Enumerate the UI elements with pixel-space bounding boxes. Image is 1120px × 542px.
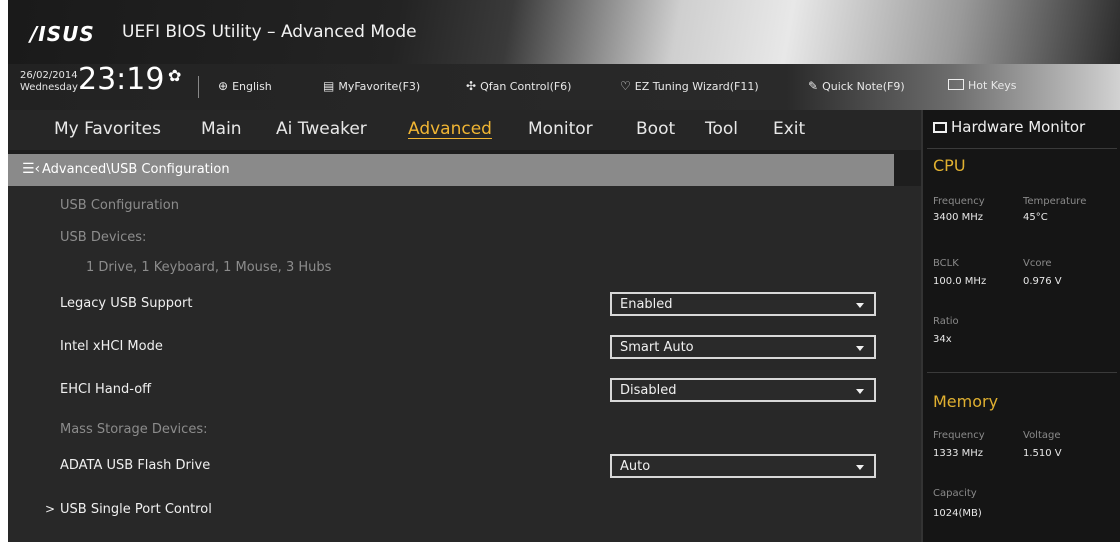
usb-single-port-control-label: USB Single Port Control: [60, 502, 212, 517]
memory-voltage-label: Voltage: [1023, 430, 1061, 441]
cpu-frequency-value: 3400 MHz: [933, 212, 984, 223]
quick-note-button[interactable]: ✎ Quick Note(F9): [808, 79, 905, 93]
ehci-handoff-label: EHCI Hand-off: [60, 382, 152, 397]
legacy-usb-support-value: Enabled: [620, 297, 673, 312]
xhci-mode-select[interactable]: Smart Auto: [610, 335, 876, 359]
hardware-monitor-panel: Hardware Monitor CPU Frequency 3400 MHz …: [921, 110, 1120, 542]
my-favorite-button[interactable]: ▤ MyFavorite(F3): [323, 79, 420, 93]
breadcrumb[interactable]: ☰‹ Advanced\USB Configuration: [8, 154, 894, 186]
tab-exit[interactable]: Exit: [773, 119, 805, 139]
bios-window: /ISUS UEFI BIOS Utility – Advanced Mode …: [8, 0, 1120, 542]
usb-devices-value: 1 Drive, 1 Keyboard, 1 Mouse, 3 Hubs: [86, 260, 332, 275]
hardware-monitor-label: Hardware Monitor: [951, 118, 1086, 136]
settings-panel: USB Configuration USB Devices: 1 Drive, …: [8, 186, 921, 542]
qfan-control-button[interactable]: ✣ Qfan Control(F6): [466, 79, 571, 93]
memory-capacity-value: 1024(MB): [933, 508, 982, 519]
tab-boot[interactable]: Boot: [636, 119, 675, 139]
chevron-down-icon: [856, 465, 864, 470]
ez-tuning-button[interactable]: ♡ EZ Tuning Wizard(F11): [620, 79, 759, 93]
hot-keys-label: Hot Keys: [968, 79, 1017, 92]
usb-single-port-control-link[interactable]: > USB Single Port Control: [8, 498, 921, 522]
adata-flash-drive-select[interactable]: Auto: [610, 454, 876, 478]
vcore-value: 0.976 V: [1023, 276, 1062, 287]
ehci-handoff-value: Disabled: [620, 383, 677, 398]
legacy-usb-support-select[interactable]: Enabled: [610, 292, 876, 316]
xhci-mode-row[interactable]: Intel xHCI Mode Smart Auto: [8, 335, 921, 363]
cpu-frequency-label: Frequency: [933, 196, 985, 207]
tab-advanced[interactable]: Advanced: [408, 119, 492, 139]
memory-voltage-value: 1.510 V: [1023, 448, 1062, 459]
tab-my-favorites[interactable]: My Favorites: [54, 119, 161, 139]
my-favorite-label: MyFavorite(F3): [338, 80, 421, 93]
qfan-label: Qfan Control(F6): [480, 80, 572, 93]
info-bar: 26/02/2014 Wednesday 23:19 ✿ ⊕ English ▤ M…: [8, 62, 1120, 110]
note-icon: ✎: [808, 79, 819, 93]
memory-heading: Memory: [933, 392, 999, 411]
asus-logo: /ISUS: [30, 22, 95, 46]
tab-ai-tweaker[interactable]: Ai Tweaker: [276, 119, 367, 139]
cpu-heading: CPU: [933, 156, 966, 175]
cpu-temperature-value: 45°C: [1023, 212, 1048, 223]
chevron-down-icon: [856, 346, 864, 351]
ehci-handoff-row[interactable]: EHCI Hand-off Disabled: [8, 378, 921, 406]
menu-back-icon[interactable]: ☰‹: [22, 161, 40, 177]
xhci-mode-label: Intel xHCI Mode: [60, 339, 163, 354]
app-title: UEFI BIOS Utility – Advanced Mode: [122, 22, 417, 42]
memory-frequency-label: Frequency: [933, 430, 985, 441]
divider: [198, 76, 199, 98]
lightbulb-icon: ♡: [620, 79, 631, 93]
clock-time: 23:19: [78, 62, 165, 97]
weekday-value: Wednesday: [20, 82, 78, 93]
divider: [927, 372, 1117, 373]
hardware-monitor-title: Hardware Monitor: [933, 118, 1085, 136]
chevron-right-icon: >: [45, 502, 56, 516]
ratio-label: Ratio: [933, 316, 959, 327]
ehci-handoff-select[interactable]: Disabled: [610, 378, 876, 402]
memory-capacity-label: Capacity: [933, 488, 977, 499]
legacy-usb-support-row[interactable]: Legacy USB Support Enabled: [8, 292, 921, 320]
hot-keys-button[interactable]: Hot Keys: [948, 79, 1017, 92]
language-label: English: [232, 80, 272, 93]
vcore-label: Vcore: [1023, 258, 1052, 269]
monitor-icon: [933, 122, 947, 133]
tab-monitor[interactable]: Monitor: [528, 119, 593, 139]
xhci-mode-value: Smart Auto: [620, 340, 694, 355]
cpu-temperature-label: Temperature: [1023, 196, 1087, 207]
adata-flash-drive-value: Auto: [620, 459, 651, 474]
divider: [927, 148, 1117, 149]
language-button[interactable]: ⊕ English: [218, 79, 272, 93]
tab-main[interactable]: Main: [201, 119, 242, 139]
main-nav: My Favorites Main Ai Tweaker Advanced Mo…: [8, 110, 921, 150]
legacy-usb-support-label: Legacy USB Support: [60, 296, 193, 311]
keyboard-icon: [948, 79, 964, 90]
fan-icon: ✣: [466, 79, 477, 93]
memory-frequency-value: 1333 MHz: [933, 448, 984, 459]
usb-devices-label: USB Devices:: [60, 230, 147, 245]
chevron-down-icon: [856, 389, 864, 394]
adata-flash-drive-label: ADATA USB Flash Drive: [60, 458, 211, 473]
globe-icon: ⊕: [218, 79, 229, 93]
adata-flash-drive-row[interactable]: ADATA USB Flash Drive Auto: [8, 454, 921, 482]
date-display: 26/02/2014 Wednesday: [20, 70, 78, 94]
title-bar: /ISUS UEFI BIOS Utility – Advanced Mode: [8, 0, 1120, 64]
ratio-value: 34x: [933, 334, 952, 345]
favorite-list-icon: ▤: [323, 79, 335, 93]
tab-tool[interactable]: Tool: [705, 119, 738, 139]
ez-tuning-label: EZ Tuning Wizard(F11): [634, 80, 759, 93]
usb-configuration-heading: USB Configuration: [60, 198, 179, 213]
bclk-value: 100.0 MHz: [933, 276, 987, 287]
chevron-down-icon: [856, 303, 864, 308]
breadcrumb-path: Advanced\USB Configuration: [42, 162, 230, 177]
date-value: 26/02/2014: [20, 70, 78, 81]
mass-storage-label: Mass Storage Devices:: [60, 422, 208, 437]
bclk-label: BCLK: [933, 258, 959, 269]
gear-icon[interactable]: ✿: [168, 66, 181, 85]
quick-note-label: Quick Note(F9): [822, 80, 905, 93]
